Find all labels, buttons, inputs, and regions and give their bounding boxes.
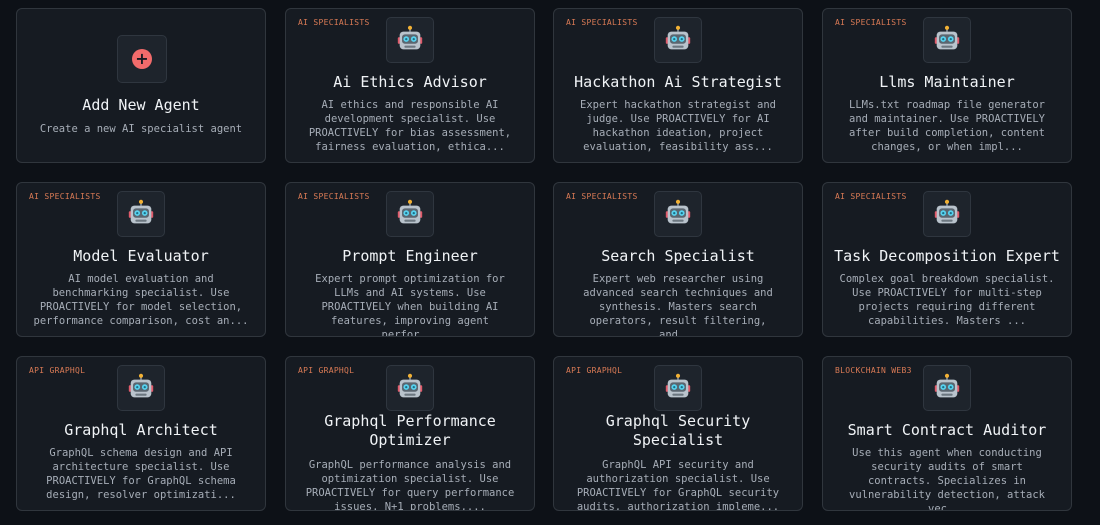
agent-card-smart-contract-auditor[interactable]: BLOCKCHAIN WEB3 Smart Contract Auditor U… <box>822 356 1072 511</box>
agent-card-hackathon-ai-strategist[interactable]: AI SPECIALISTS Hackathon Ai Strategist E… <box>553 8 803 163</box>
agent-category: AI SPECIALISTS <box>29 192 101 201</box>
agent-name: Ai Ethics Advisor <box>333 73 487 91</box>
agent-card-model-evaluator[interactable]: AI SPECIALISTS Model Evaluator AI model … <box>16 182 266 337</box>
agent-category: AI SPECIALISTS <box>298 18 370 27</box>
robot-icon <box>654 17 702 63</box>
agent-category: AI SPECIALISTS <box>566 192 638 201</box>
agent-card-task-decomposition-expert[interactable]: AI SPECIALISTS Task Decomposition Expert… <box>822 182 1072 337</box>
agent-name: Task Decomposition Expert <box>834 247 1060 265</box>
agent-description: GraphQL API security and authorization s… <box>576 459 780 511</box>
agent-card-graphql-performance-optimizer[interactable]: API GRAPHQL Graphql Performance Optimize… <box>285 356 535 511</box>
add-new-agent-card[interactable]: + Add New Agent Create a new AI speciali… <box>16 8 266 163</box>
robot-icon <box>654 365 702 411</box>
robot-icon <box>386 365 434 411</box>
add-agent-icon-box[interactable]: + <box>117 35 167 83</box>
agent-card-graphql-architect[interactable]: API GRAPHQL Graphql Architect GraphQL sc… <box>16 356 266 511</box>
agent-name: Llms Maintainer <box>879 73 1015 91</box>
agent-name: Graphql Architect <box>64 421 218 439</box>
agent-description: Expert web researcher using advanced sea… <box>583 273 773 337</box>
agent-card-search-specialist[interactable]: AI SPECIALISTS Search Specialist Expert … <box>553 182 803 337</box>
agent-description: GraphQL performance analysis and optimiz… <box>305 459 515 511</box>
robot-icon <box>654 191 702 237</box>
agent-description: AI model evaluation and benchmarking spe… <box>33 273 249 327</box>
agent-name: Graphql Security Specialist <box>605 412 751 449</box>
agent-category: AI SPECIALISTS <box>835 192 907 201</box>
agent-category: API GRAPHQL <box>29 366 86 375</box>
agent-name: Prompt Engineer <box>342 247 478 265</box>
agent-card-llms-maintainer[interactable]: AI SPECIALISTS Llms Maintainer LLMs.txt … <box>822 8 1072 163</box>
agent-card-graphql-security-specialist[interactable]: API GRAPHQL Graphql Security Specialist … <box>553 356 803 511</box>
agent-description: Expert hackathon strategist and judge. U… <box>580 99 776 153</box>
agent-name: Model Evaluator <box>73 247 209 265</box>
agent-category: API GRAPHQL <box>566 366 623 375</box>
agent-description: AI ethics and responsible AI development… <box>308 99 512 153</box>
add-agent-title: Add New Agent <box>82 96 200 114</box>
agent-description: Expert prompt optimization for LLMs and … <box>315 273 505 337</box>
robot-icon <box>923 365 971 411</box>
robot-icon <box>923 17 971 63</box>
agent-category: AI SPECIALISTS <box>298 192 370 201</box>
robot-icon <box>923 191 971 237</box>
agent-card-ai-ethics-advisor[interactable]: AI SPECIALISTS Ai Ethics Advisor AI ethi… <box>285 8 535 163</box>
agent-description: Use this agent when conducting security … <box>849 447 1045 511</box>
robot-icon <box>117 365 165 411</box>
agent-name: Hackathon Ai Strategist <box>574 73 782 91</box>
agent-name: Search Specialist <box>601 247 755 265</box>
agent-category: BLOCKCHAIN WEB3 <box>835 366 912 375</box>
agent-name: Smart Contract Auditor <box>847 421 1047 439</box>
agent-category: AI SPECIALISTS <box>835 18 907 27</box>
plus-icon: + <box>132 49 152 69</box>
robot-icon <box>386 191 434 237</box>
agent-description: LLMs.txt roadmap file generator and main… <box>849 99 1045 153</box>
agent-card-prompt-engineer[interactable]: AI SPECIALISTS Prompt Engineer Expert pr… <box>285 182 535 337</box>
agent-description: Complex goal breakdown specialist. Use P… <box>839 273 1055 327</box>
robot-icon <box>386 17 434 63</box>
agent-grid: + Add New Agent Create a new AI speciali… <box>0 0 1100 525</box>
agent-category: API GRAPHQL <box>298 366 355 375</box>
agent-category: AI SPECIALISTS <box>566 18 638 27</box>
agent-name: Graphql Performance Optimizer <box>324 412 496 449</box>
add-agent-description: Create a new AI specialist agent <box>39 123 243 135</box>
robot-icon <box>117 191 165 237</box>
agent-description: GraphQL schema design and API architectu… <box>46 447 236 501</box>
